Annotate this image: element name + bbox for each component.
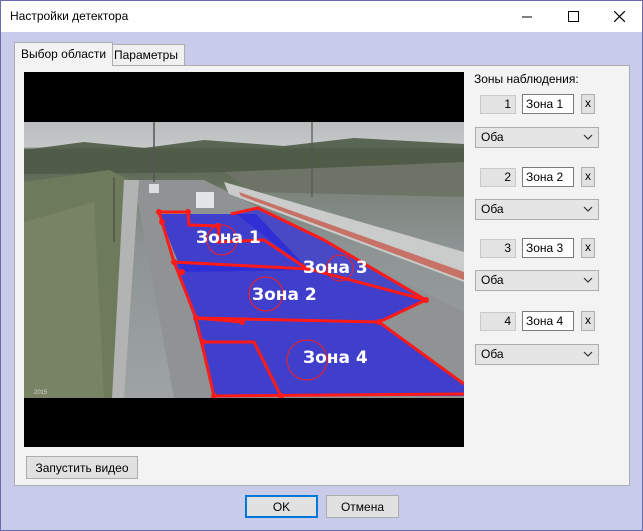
zone-number-1: 1 — [480, 95, 516, 114]
video-preview[interactable]: Зона 1 Зона 2 Зона 3 Зона 4 2015 — [24, 72, 464, 447]
zone-direction-select-1[interactable]: Оба — [475, 127, 599, 148]
chevron-down-icon — [583, 206, 593, 212]
start-video-button[interactable]: Запустить видео — [26, 456, 138, 479]
zone-name-field-3[interactable]: Зона 3 — [522, 238, 574, 258]
video-timestamp: 2015 — [34, 390, 48, 396]
zone-label-2: Зона 2 — [252, 285, 317, 305]
maximize-button[interactable] — [550, 1, 596, 32]
chevron-down-icon — [583, 277, 593, 283]
zone-number-4: 4 — [480, 312, 516, 331]
zones-title: Зоны наблюдения: — [474, 72, 579, 86]
chevron-down-icon — [583, 351, 593, 357]
detector-settings-window: Настройки детектора Выбор области Параме… — [0, 0, 643, 531]
zone-direction-value-2: Оба — [481, 202, 504, 216]
zone-direction-value-4: Оба — [481, 347, 504, 361]
zone-number-2: 2 — [480, 168, 516, 187]
tab-content-panel: Зона 1 Зона 2 Зона 3 Зона 4 2015 Зоны на… — [14, 65, 630, 486]
maximize-icon — [567, 11, 579, 22]
tab-parameters[interactable]: Параметры — [107, 44, 185, 65]
minimize-button[interactable] — [504, 1, 550, 32]
minimize-icon — [522, 16, 532, 17]
window-title: Настройки детектора — [10, 9, 129, 23]
cancel-button[interactable]: Отмена — [326, 495, 399, 518]
zone-direction-select-3[interactable]: Оба — [475, 270, 599, 291]
zone-direction-select-4[interactable]: Оба — [475, 344, 599, 365]
camera-frame: Зона 1 Зона 2 Зона 3 Зона 4 2015 — [24, 122, 464, 398]
title-bar[interactable]: Настройки детектора — [1, 1, 642, 32]
zone-label-4: Зона 4 — [303, 348, 368, 368]
road-scene — [24, 122, 464, 398]
zone-direction-value-3: Оба — [481, 273, 504, 287]
remove-zone-button-3[interactable]: x — [581, 238, 595, 258]
ok-button[interactable]: OK — [245, 495, 318, 518]
zone-label-1: Зона 1 — [196, 228, 261, 248]
remove-zone-button-2[interactable]: x — [581, 167, 595, 187]
zone-name-field-1[interactable]: Зона 1 — [522, 94, 574, 114]
remove-zone-button-4[interactable]: x — [581, 311, 595, 331]
zone-direction-value-1: Оба — [481, 130, 504, 144]
tab-area-selection[interactable]: Выбор области — [14, 42, 114, 66]
zone-number-3: 3 — [480, 239, 516, 258]
remove-zone-button-1[interactable]: x — [581, 94, 595, 114]
zone-name-field-2[interactable]: Зона 2 — [522, 167, 574, 187]
close-icon — [613, 11, 625, 22]
zone-direction-select-2[interactable]: Оба — [475, 199, 599, 220]
zone-name-field-4[interactable]: Зона 4 — [522, 311, 574, 331]
chevron-down-icon — [583, 134, 593, 140]
close-button[interactable] — [596, 1, 642, 32]
zone-label-3: Зона 3 — [303, 258, 368, 278]
